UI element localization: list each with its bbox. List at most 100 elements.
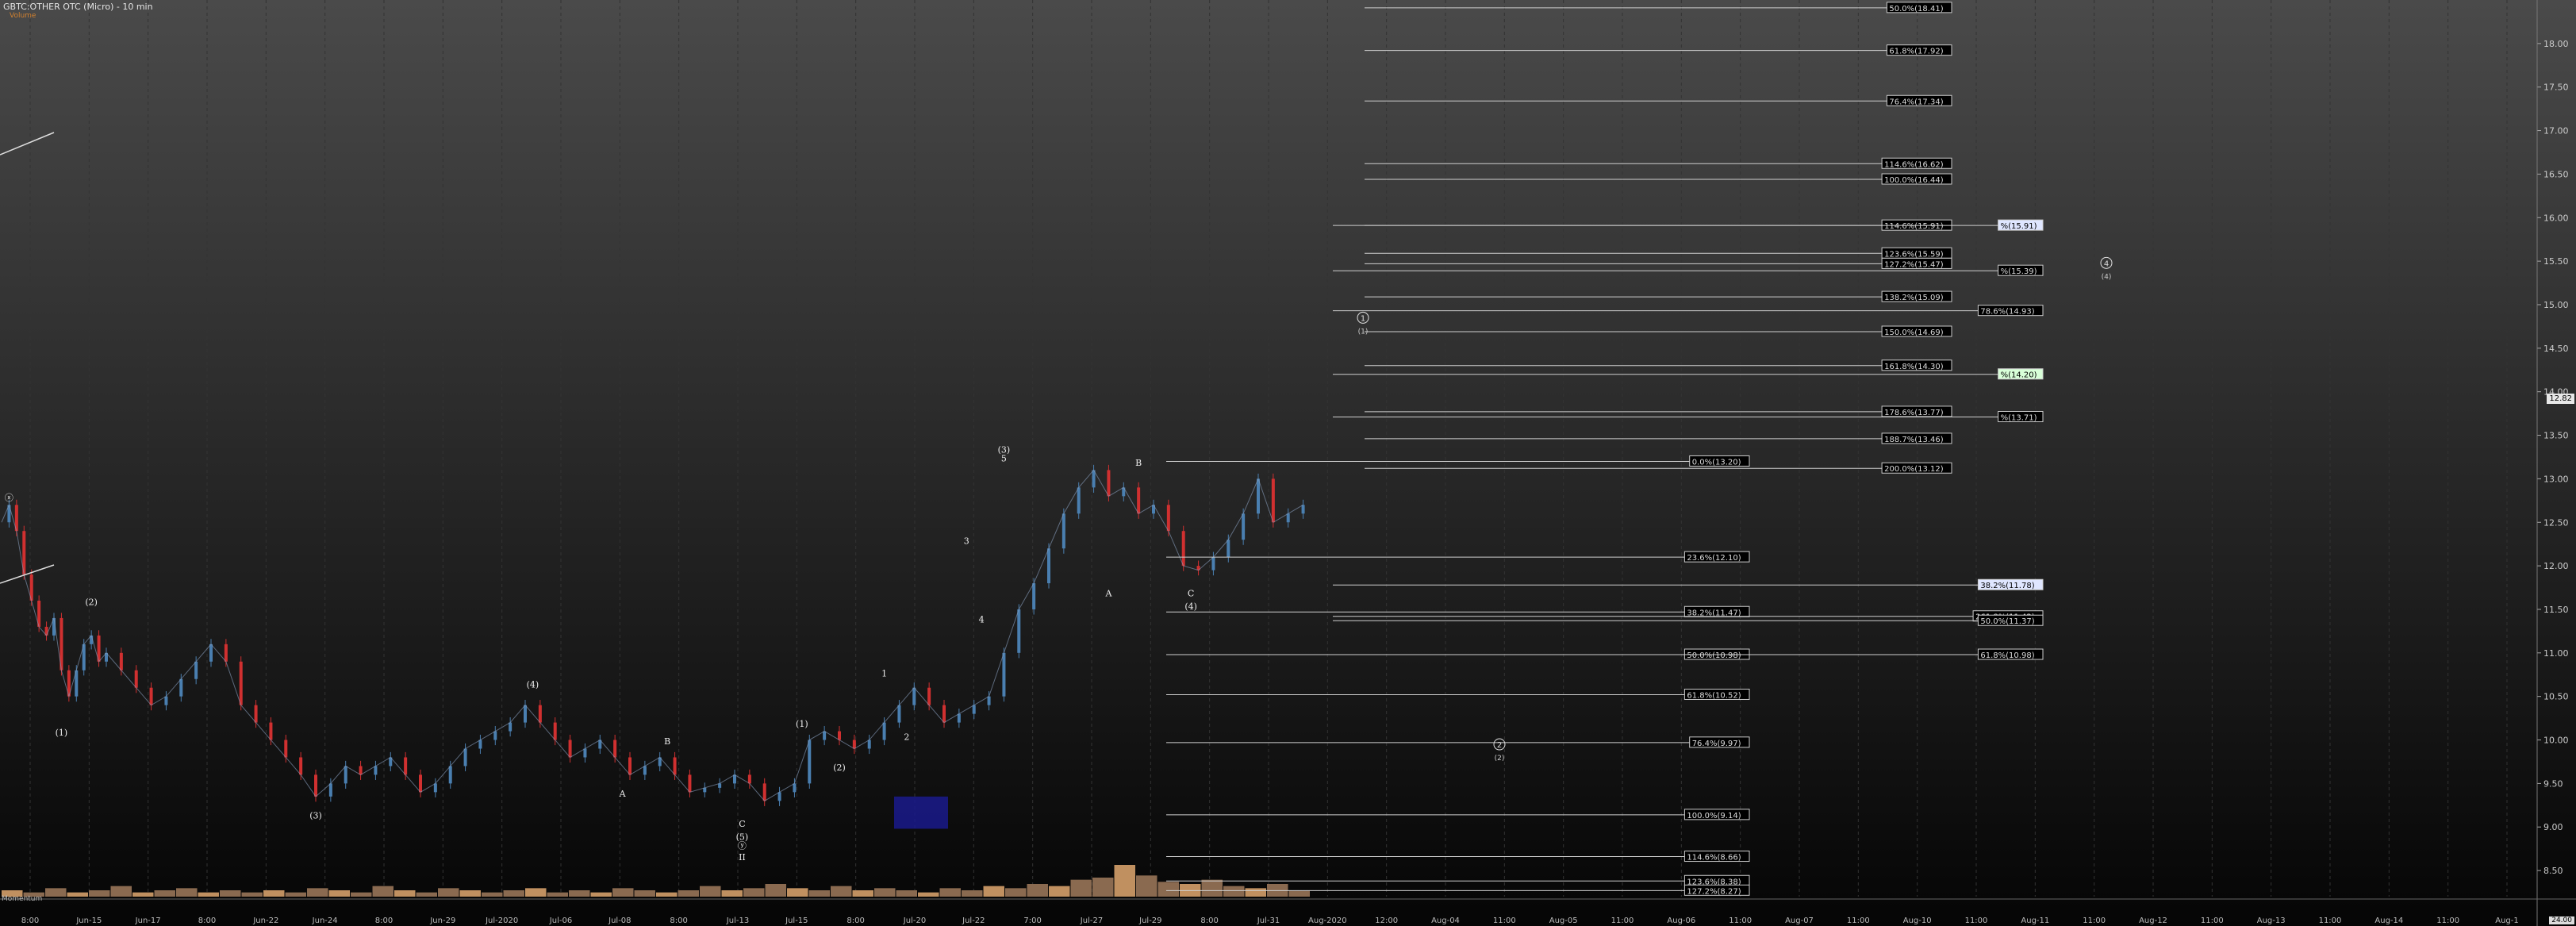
volume-bar	[263, 890, 285, 897]
price-candle	[538, 705, 542, 723]
price-candle	[867, 740, 871, 749]
price-candle	[673, 757, 677, 775]
x-tick-label: Jul-20	[903, 916, 926, 925]
volume-bar	[1049, 886, 1070, 897]
upper-fib-level-label: 100.0%(16.44)	[1884, 176, 1944, 185]
wave-label: (1)	[796, 719, 808, 729]
wave-label: A	[1104, 589, 1112, 599]
volume-bar	[1114, 865, 1135, 897]
price-candle	[1211, 557, 1215, 571]
volume-panel-label: Momentum	[2, 895, 43, 903]
price-candle	[254, 705, 258, 723]
price-candle	[882, 722, 886, 740]
price-candle	[328, 783, 332, 797]
price-candle	[209, 644, 213, 662]
price-candle	[942, 705, 946, 723]
upper-fib-level-label: 50.0%(18.41)	[1889, 5, 1943, 13]
y-tick-label: 15.00	[2543, 300, 2569, 310]
wave-label: C	[739, 819, 745, 829]
upper-fib-level-label: 178.6%(13.77)	[1884, 409, 1944, 417]
x-tick-label: 11:00	[1729, 916, 1752, 925]
price-candle	[463, 748, 467, 767]
upper-fib-level-label: 127.2%(15.47)	[1884, 260, 1944, 269]
volume-bar	[351, 892, 372, 897]
price-candle	[179, 678, 183, 697]
volume-bar	[569, 890, 590, 897]
x-tick-label: 11:00	[1493, 916, 1516, 925]
volume-bar	[45, 888, 67, 897]
price-candle	[299, 757, 303, 775]
volume-bar	[307, 888, 328, 897]
x-tick-label: 11:00	[1611, 916, 1634, 925]
price-candle	[224, 644, 228, 662]
price-chart: 0.0%(13.20)23.6%(12.10)38.2%(11.47)50.0%…	[0, 0, 2576, 926]
y-tick-label: 17.00	[2543, 126, 2569, 136]
volume-bar	[394, 890, 416, 897]
x-tick-label: 11:00	[2083, 916, 2106, 925]
volume-bar	[416, 892, 437, 897]
price-candle	[239, 661, 243, 705]
volume-bar	[198, 892, 219, 897]
y-tick-label: 18.00	[2543, 39, 2569, 49]
volume-bar	[438, 888, 459, 897]
volume-bar	[1157, 882, 1179, 897]
x-tick-label: 11:00	[2201, 916, 2224, 925]
x-tick-label: 8:00	[847, 916, 864, 925]
price-candle	[344, 766, 347, 784]
volume-bar	[1027, 884, 1048, 897]
volume-bar	[459, 890, 481, 897]
price-candle	[1301, 505, 1305, 514]
price-candle	[1271, 478, 1275, 523]
price-candle	[1181, 531, 1185, 567]
volume-bar	[765, 884, 786, 897]
x-tick-label: Aug-1	[2495, 916, 2519, 925]
y-tick-label: 13.50	[2543, 431, 2569, 441]
price-candle	[688, 774, 692, 793]
x-tick-label: Aug-11	[2021, 916, 2049, 925]
price-candle	[1286, 513, 1290, 523]
volume-bar	[372, 886, 394, 897]
x-tick-label: 8:00	[670, 916, 687, 925]
price-candle	[448, 766, 452, 784]
x-tick-label: 12:00	[1375, 916, 1398, 925]
volume-bar	[918, 892, 939, 897]
upper-fib-level-label: 76.4%(17.34)	[1889, 98, 1943, 106]
price-candle	[553, 722, 557, 740]
volume-bar	[503, 890, 524, 897]
fib-level-label: 0.0%(13.20)	[1692, 458, 1741, 467]
x-tick-label: Jun-29	[429, 916, 455, 925]
y-tick-label: 11.00	[2543, 648, 2569, 659]
y-tick-label: 11.50	[2543, 605, 2569, 615]
price-candle	[374, 766, 378, 775]
chart-sublabel: Volume	[10, 12, 36, 20]
wave-label: (4)	[1184, 601, 1197, 612]
circled-wave-sublabel: (2)	[1495, 755, 1505, 763]
x-tick-label: Jun-15	[75, 916, 102, 925]
price-candle	[1242, 513, 1246, 540]
upper-fib-level-label: 188.7%(13.46)	[1884, 436, 1944, 444]
price-candle	[1257, 478, 1260, 514]
volume-bar	[1201, 879, 1223, 897]
volume-bar	[808, 890, 830, 897]
price-candle	[1002, 652, 1006, 697]
price-candle	[912, 687, 916, 705]
wave-label: (2)	[833, 763, 846, 773]
volume-bar	[721, 890, 743, 897]
right-fib-level-label: %(15.39)	[2001, 267, 2037, 276]
x-tick-label: Aug-12	[2139, 916, 2167, 925]
volume-bar	[983, 886, 1004, 897]
x-tick-label: Jul-31	[1257, 916, 1280, 925]
x-tick-label: Aug-05	[1549, 916, 1578, 925]
volume-bar	[1136, 875, 1157, 897]
upper-fib-level-label: 61.8%(17.92)	[1889, 48, 1943, 56]
price-candle	[568, 740, 572, 758]
wave-label: A	[619, 789, 627, 799]
last-price-tag: 12.82	[2547, 394, 2574, 404]
y-tick-label: 12.50	[2543, 517, 2569, 528]
price-candle	[733, 774, 736, 784]
fib-level-label: 50.0%(10.98)	[1687, 651, 1741, 660]
volume-bar	[1005, 888, 1027, 897]
x-tick-label: Jul-2020	[485, 916, 518, 925]
y-tick-label: 13.00	[2543, 474, 2569, 484]
x-tick-label: Jul-22	[962, 916, 985, 925]
